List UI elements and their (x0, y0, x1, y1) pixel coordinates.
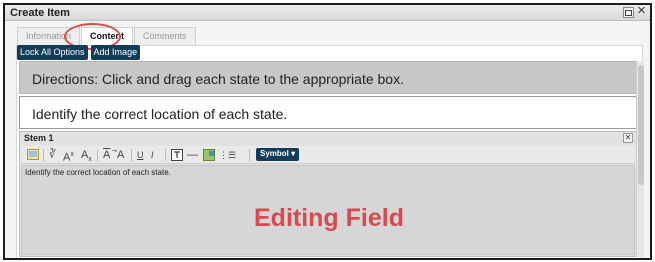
directions-text: Directions: Click and drag each state to… (32, 71, 404, 87)
create-item-dialog: Create Item ✕ Information Content Commen… (3, 3, 652, 260)
stem-close-icon[interactable]: ✕ (623, 133, 633, 143)
title-bar: Create Item ✕ (5, 5, 650, 21)
vector-arrow-icon[interactable]: ⃗A (117, 149, 124, 161)
special-character-icon[interactable]: ∛ (49, 149, 56, 161)
text-box-icon[interactable] (171, 149, 183, 164)
window-controls: ✕ (623, 6, 647, 18)
scrollbar-thumb[interactable] (638, 65, 644, 185)
editor-toolbar: ∛ Ax Ax A ⃗A U I — ⋮☰ Symbol ▾ (21, 146, 635, 164)
stem-panel: Stem 1 ✕ ∛ Ax Ax A ⃗A U I — ⋮☰ Symbol ▾ … (19, 131, 637, 257)
toolbar-separator (165, 149, 166, 161)
superscript-icon[interactable]: Ax (63, 149, 74, 164)
editing-field-annotation: Editing Field (254, 204, 404, 232)
stem-title: Stem 1 (24, 133, 54, 143)
question-box[interactable]: Identify the correct location of each st… (19, 96, 637, 129)
insert-image-icon[interactable] (27, 149, 39, 163)
vertical-scrollbar[interactable] (636, 61, 644, 257)
add-image-button[interactable]: Add Image (90, 45, 141, 60)
stem-editor[interactable]: Identify the correct location of each st… (21, 165, 635, 255)
action-buttons: Lock All Options Add Image (17, 45, 141, 60)
minimize-icon[interactable] (623, 7, 634, 18)
insert-object-icon[interactable] (203, 149, 215, 164)
subscript-icon[interactable]: Ax (81, 149, 92, 166)
numbered-list-icon[interactable]: ⋮☰ (219, 149, 236, 161)
dialog-title: Create Item (10, 7, 70, 19)
stem-editor-text: Identify the correct location of each st… (25, 168, 171, 177)
question-text: Identify the correct location of each st… (32, 106, 288, 122)
stem-header: Stem 1 ✕ (20, 132, 636, 144)
toolbar-separator (43, 149, 44, 161)
overline-icon[interactable]: A (103, 149, 110, 161)
toolbar-separator (97, 149, 98, 161)
close-icon[interactable]: ✕ (636, 6, 647, 18)
horizontal-line-icon[interactable]: — (187, 149, 198, 161)
lock-all-options-button[interactable]: Lock All Options (17, 45, 88, 60)
tab-comments[interactable]: Comments (134, 27, 196, 45)
directions-box: Directions: Click and drag each state to… (19, 61, 637, 94)
toolbar-separator (249, 149, 250, 161)
italic-icon[interactable]: I (151, 149, 154, 161)
symbol-dropdown-button[interactable]: Symbol ▾ (256, 148, 300, 161)
toolbar-separator (131, 149, 132, 161)
underline-icon[interactable]: U (137, 149, 144, 161)
